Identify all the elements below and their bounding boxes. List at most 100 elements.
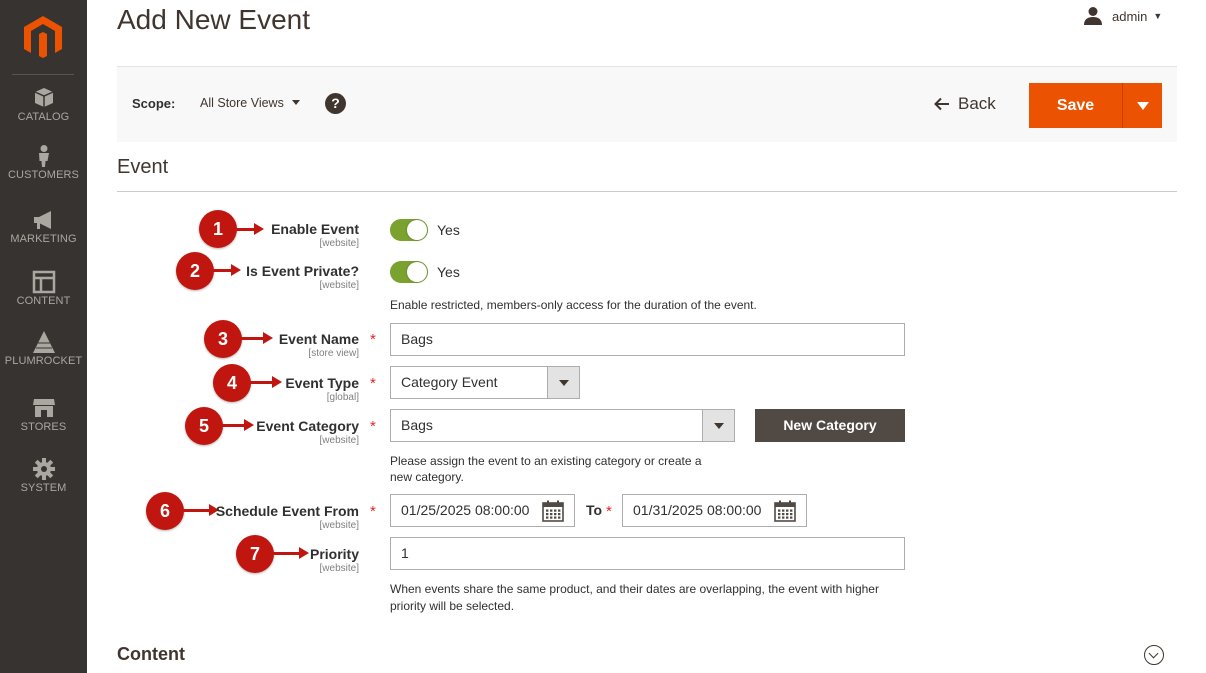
sidebar-item-catalog[interactable]: CATALOG [0,86,87,123]
calendar-icon[interactable] [542,500,564,522]
label-text: Event Name [278,331,359,347]
chevron-down-icon[interactable] [292,100,300,105]
required-asterisk: * [370,418,376,435]
calendar-icon[interactable] [774,500,796,522]
label-text: Event Type [285,375,359,391]
plumrocket-pyramid-icon [32,331,55,353]
callout-badge-6: 6 [146,492,184,530]
event-category-selected: Bags [401,417,433,433]
catalog-box-icon [34,88,53,107]
back-button[interactable]: Back [934,93,996,115]
priority-input[interactable]: 1 [390,537,905,570]
label-text: Schedule Event From [215,503,359,519]
callout-badge-3: 3 [204,320,242,358]
page-title: Add New Event [117,4,310,35]
arrow-left-icon [934,97,949,111]
magento-logo-icon[interactable] [22,14,64,60]
label-scope: [website] [319,435,359,446]
save-options-dropdown[interactable] [1122,83,1162,128]
toggle-knob [407,220,427,240]
sidebar-divider [12,74,74,75]
sidebar-item-label: MARKETING [10,233,77,245]
sidebar-item-stores[interactable]: STORES [0,396,87,433]
sidebar-item-customers[interactable]: CUSTOMERS [0,144,87,181]
schedule-to-input[interactable]: 01/31/2025 08:00:00 [622,494,807,527]
select-toggle[interactable] [547,366,580,399]
sidebar-item-content[interactable]: CONTENT [0,270,87,307]
priority-note-line1: When events share the same product, and … [390,582,879,596]
admin-sidebar: CATALOG CUSTOMERS MARKETING CONTENT PLUM… [0,0,87,673]
callout-arrow [222,419,254,431]
chevron-down-icon: ▼ [1153,11,1163,21]
field-label-event-category: Event Category [website] [256,418,359,446]
save-button[interactable]: Save [1029,83,1122,128]
marketing-megaphone-icon [33,211,51,229]
event-name-input[interactable]: Bags [390,323,905,356]
schedule-from-input[interactable]: 01/25/2025 08:00:00 [390,494,575,527]
field-label-priority: Priority [website] [310,546,359,574]
system-gear-icon [32,458,55,480]
chevron-down-icon [559,380,569,386]
sidebar-item-label: CONTENT [16,295,71,307]
chevron-down-icon [1137,102,1149,110]
event-category-select[interactable]: Bags [390,409,735,442]
callout-arrow [250,376,282,388]
scope-switcher[interactable]: All Store Views [200,96,284,110]
callout-arrow [241,332,273,344]
label-scope: [website] [319,280,359,291]
admin-user-menu[interactable]: admin ▼ [1083,6,1162,26]
label-scope: [global] [326,392,359,403]
label-scope: [website] [319,238,359,249]
event-type-select[interactable]: Category Event [390,366,580,399]
field-label-schedule-event-from: Schedule Event From [website] [216,503,359,531]
field-label-event-type: Event Type [global] [285,375,359,403]
sidebar-item-label: CATALOG [17,111,70,123]
toggle-knob [407,262,427,282]
help-icon[interactable]: ? [325,93,346,114]
event-category-note-line2: new category. [390,470,464,484]
section-title-event: Event [117,156,169,178]
event-category-note-line1: Please assign the event to an existing c… [390,454,702,468]
sidebar-item-system[interactable]: SYSTEM [0,457,87,494]
callout-arrow [236,223,264,235]
customers-person-icon [38,145,49,167]
sidebar-item-label: SYSTEM [20,482,67,494]
stores-shop-icon [32,399,55,417]
new-category-button[interactable]: New Category [755,409,905,442]
label-text: Enable Event [271,221,359,237]
enable-event-toggle[interactable] [390,219,428,241]
label-text: Is Event Private? [246,263,359,279]
callout-arrow [213,264,241,276]
sidebar-item-label: CUSTOMERS [8,169,79,181]
select-toggle[interactable] [702,409,735,442]
callout-badge-5: 5 [185,407,223,445]
callout-badge-2: 2 [176,252,214,290]
required-asterisk: * [370,503,376,520]
scope-label: Scope: [132,96,176,111]
schedule-from-value: 01/25/2025 08:00:00 [401,502,530,518]
back-label: Back [958,94,996,113]
is-event-private-toggle[interactable] [390,261,428,283]
sidebar-item-plumrocket[interactable]: PLUMROCKET [0,330,87,367]
section-divider [117,191,1177,192]
content-layout-icon [32,270,55,294]
schedule-to-value: 01/31/2025 08:00:00 [633,502,762,518]
section-title-content[interactable]: Content [117,644,185,665]
label-text: Event Category [256,418,359,434]
label-scope: [website] [319,563,359,574]
chevron-down-icon [714,423,724,429]
label-text: Priority [309,546,359,562]
required-asterisk: * [370,375,376,392]
callout-badge-4: 4 [213,364,251,402]
event-type-selected: Category Event [401,374,498,390]
field-label-event-name: Event Name [store view] [279,331,359,359]
user-icon [1084,7,1102,25]
callout-arrow [273,547,309,559]
sidebar-item-marketing[interactable]: MARKETING [0,208,87,245]
sidebar-item-label: STORES [20,421,67,433]
required-asterisk: * [370,331,376,348]
is-event-private-value: Yes [437,264,460,280]
expand-chevron-icon[interactable] [1144,645,1164,665]
priority-note-line2: priority will be selected. [390,599,515,613]
field-label-is-event-private: Is Event Private? [website] [246,263,359,291]
